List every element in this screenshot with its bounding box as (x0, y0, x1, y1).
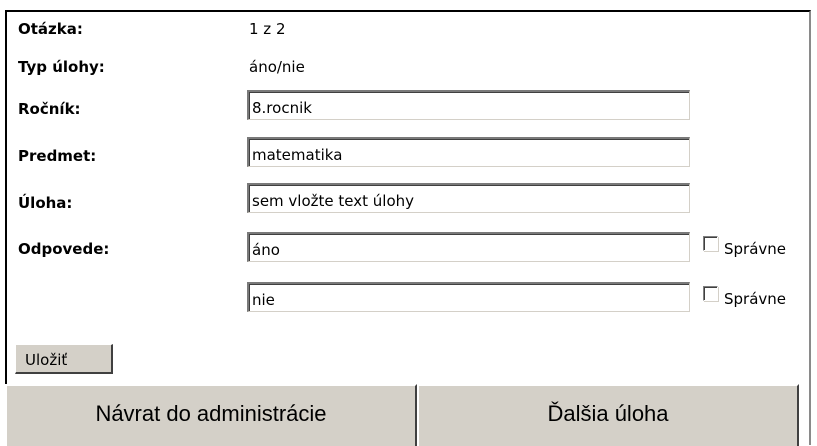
question-label: Otázka: (18, 20, 83, 38)
grade-input[interactable] (247, 90, 690, 120)
subject-label: Predmet: (18, 147, 97, 165)
grade-label: Ročník: (18, 100, 81, 118)
answer-input-2[interactable] (247, 282, 690, 312)
type-value: áno/nie (249, 58, 305, 76)
correct-label-2: Správne (724, 290, 787, 308)
answer-input-1[interactable] (247, 232, 690, 262)
correct-checkbox-1[interactable] (703, 236, 718, 251)
task-label: Úloha: (18, 194, 73, 212)
answers-label: Odpovede: (18, 240, 110, 258)
subject-input[interactable] (247, 137, 690, 167)
type-label: Typ úlohy: (18, 58, 105, 76)
next-task-button[interactable]: Ďalšia úloha (417, 384, 799, 446)
task-input[interactable] (247, 183, 690, 213)
form-frame (5, 10, 811, 445)
back-to-admin-button[interactable]: Návrat do administrácie (5, 384, 417, 446)
save-button[interactable]: Uložiť (15, 344, 113, 374)
correct-label-1: Správne (724, 240, 787, 258)
question-value: 1 z 2 (249, 20, 286, 38)
correct-checkbox-2[interactable] (703, 286, 718, 301)
